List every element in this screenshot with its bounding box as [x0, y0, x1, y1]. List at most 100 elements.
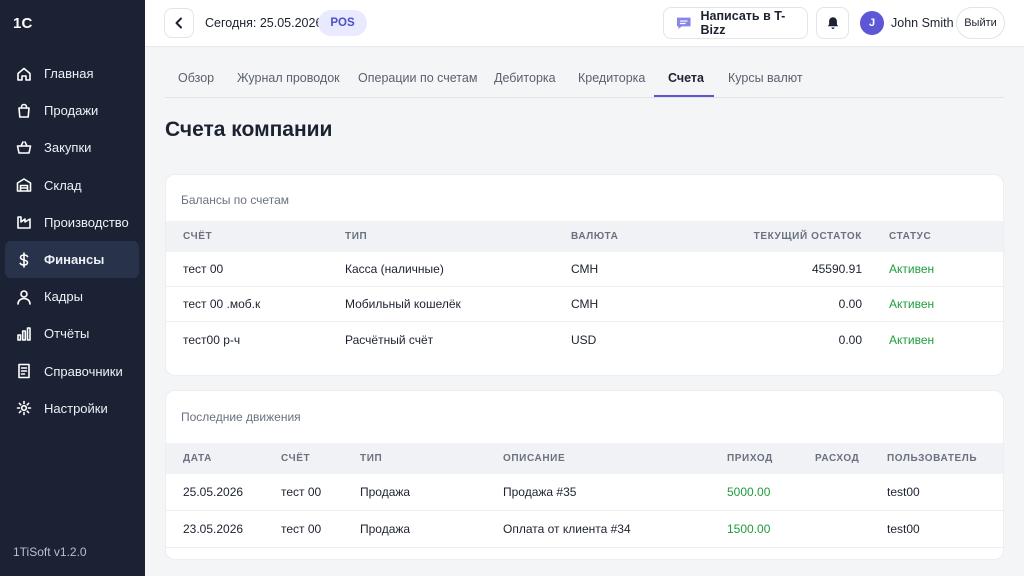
- dollar-icon: [16, 251, 32, 268]
- finance-tabs: Обзор Журнал проводок Операции по счетам…: [165, 58, 1004, 98]
- table-row[interactable]: тест00 р-ч Расчётный счёт USD 0.00 Актив…: [166, 322, 1003, 357]
- sidebar-item-label: Справочники: [44, 363, 123, 379]
- factory-icon: [16, 214, 32, 230]
- income-cell: 1500.00: [727, 522, 771, 536]
- status-badge: Активен: [889, 297, 935, 311]
- currency-cell: СМН: [571, 262, 599, 276]
- gear-icon: [16, 400, 32, 416]
- balances-table-header: СЧЁТ ТИП ВАЛЮТА ТЕКУЩИЙ ОСТАТОК СТАТУС: [166, 221, 1003, 252]
- sidebar-item-reports[interactable]: Отчёты: [5, 315, 139, 352]
- type-cell: Расчётный счёт: [345, 332, 434, 347]
- sidebar: 1C Главная Продажи Закупки Склад Произво…: [0, 0, 145, 576]
- warehouse-icon: [16, 177, 32, 193]
- shopping-bag-icon: [16, 103, 32, 119]
- currency-cell: СМН: [571, 297, 599, 311]
- status-badge: Активен: [889, 262, 935, 276]
- tab-accounts[interactable]: Счета: [668, 58, 704, 97]
- type-cell: Продажа: [360, 522, 411, 536]
- sidebar-item-label: Финансы: [44, 252, 105, 268]
- column-header[interactable]: РАСХОД: [815, 443, 859, 474]
- status-badge: Активен: [889, 332, 935, 347]
- tab-journal[interactable]: Журнал проводок: [237, 58, 340, 97]
- chat-icon: [676, 17, 691, 29]
- logout-button[interactable]: Выйти: [956, 7, 1005, 39]
- tab-receivables[interactable]: Дебиторка: [494, 58, 556, 97]
- movements-card: Последние движения ДАТА СЧЁТ ТИП ОПИСАНИ…: [165, 390, 1004, 560]
- user-name[interactable]: John Smith: [891, 16, 954, 30]
- sidebar-item-label: Кадры: [44, 289, 83, 305]
- column-header[interactable]: ТЕКУЩИЙ ОСТАТОК: [726, 221, 862, 252]
- sidebar-item-warehouse[interactable]: Склад: [5, 167, 139, 204]
- column-header[interactable]: ОПИСАНИЕ: [503, 443, 565, 474]
- pos-badge[interactable]: POS: [318, 10, 367, 36]
- user-icon: [16, 289, 32, 305]
- column-header[interactable]: ПОЛЬЗОВАТЕЛЬ: [887, 443, 977, 474]
- account-cell: тест00 р-ч: [183, 332, 241, 347]
- sidebar-item-directories[interactable]: Справочники: [5, 353, 139, 390]
- balance-cell: 0.00: [838, 332, 862, 347]
- tab-exchange-rates[interactable]: Курсы валют: [728, 58, 803, 97]
- active-tab-indicator: [654, 95, 714, 97]
- movements-title: Последние движения: [181, 410, 301, 424]
- column-header[interactable]: СТАТУС: [889, 221, 931, 252]
- sidebar-item-settings[interactable]: Настройки: [5, 390, 139, 427]
- chevron-left-icon: [175, 17, 182, 29]
- description-cell: Оплата от клиента #34: [503, 522, 631, 536]
- back-button[interactable]: [164, 8, 194, 38]
- user-cell: test00: [887, 522, 920, 536]
- table-row[interactable]: 25.05.2026 тест 00 Продажа Продажа #35 5…: [166, 474, 1003, 511]
- sidebar-item-sales[interactable]: Продажи: [5, 92, 139, 129]
- avatar[interactable]: J: [860, 11, 884, 35]
- book-icon: [16, 363, 32, 379]
- sidebar-nav: Главная Продажи Закупки Склад Производст…: [5, 55, 139, 427]
- column-header[interactable]: ВАЛЮТА: [571, 221, 618, 252]
- column-header[interactable]: СЧЁТ: [281, 443, 310, 474]
- sidebar-item-purchases[interactable]: Закупки: [5, 129, 139, 166]
- app-version: 1TiSoft v1.2.0: [13, 545, 87, 559]
- sidebar-item-production[interactable]: Производство: [5, 204, 139, 241]
- column-header[interactable]: СЧЁТ: [183, 221, 212, 252]
- currency-cell: USD: [571, 332, 597, 347]
- sidebar-item-label: Отчёты: [44, 326, 90, 342]
- sidebar-item-label: Склад: [44, 177, 82, 193]
- sidebar-item-staff[interactable]: Кадры: [5, 278, 139, 315]
- type-cell: Мобильный кошелёк: [345, 297, 461, 311]
- sidebar-item-label: Главная: [44, 66, 94, 82]
- table-row[interactable]: 23.05.2026 тест 00 Продажа Оплата от кли…: [166, 511, 1003, 548]
- page-title: Счета компании: [165, 118, 333, 141]
- sidebar-item-label: Производство: [44, 214, 129, 230]
- table-row[interactable]: тест 00 Касса (наличные) СМН 45590.91 Ак…: [166, 252, 1003, 287]
- table-row[interactable]: тест 00 .моб.к Мобильный кошелёк СМН 0.0…: [166, 287, 1003, 322]
- home-icon: [16, 66, 32, 82]
- type-cell: Продажа: [360, 485, 411, 499]
- bell-icon: [827, 17, 838, 29]
- account-cell: тест 00: [281, 522, 322, 536]
- app-logo[interactable]: 1C: [13, 15, 33, 32]
- sidebar-item-home[interactable]: Главная: [5, 55, 139, 92]
- balance-cell: 0.00: [838, 297, 862, 311]
- column-header[interactable]: ТИП: [360, 443, 382, 474]
- tab-payables[interactable]: Кредиторка: [578, 58, 645, 97]
- sidebar-item-label: Закупки: [44, 140, 92, 156]
- column-header[interactable]: ТИП: [345, 221, 367, 252]
- date-cell: 25.05.2026: [183, 485, 244, 499]
- top-header: Сегодня: 25.05.2026 POS Написать в T-Biz…: [145, 0, 1024, 47]
- account-cell: тест 00: [281, 485, 322, 499]
- income-cell: 5000.00: [727, 485, 771, 499]
- description-cell: Продажа #35: [503, 485, 577, 499]
- account-cell: тест 00 .моб.к: [183, 297, 261, 311]
- balances-card: Балансы по счетам СЧЁТ ТИП ВАЛЮТА ТЕКУЩИ…: [165, 174, 1004, 376]
- bar-chart-icon: [16, 326, 32, 342]
- movements-table-header: ДАТА СЧЁТ ТИП ОПИСАНИЕ ПРИХОД РАСХОД ПОЛ…: [166, 443, 1003, 474]
- basket-icon: [16, 140, 32, 156]
- notifications-button[interactable]: [816, 7, 849, 39]
- column-header[interactable]: ПРИХОД: [727, 443, 773, 474]
- tab-overview[interactable]: Обзор: [178, 58, 214, 97]
- tab-account-operations[interactable]: Операции по счетам: [358, 58, 477, 97]
- type-cell: Касса (наличные): [345, 262, 444, 276]
- sidebar-item-finance[interactable]: Финансы: [5, 240, 139, 279]
- column-header[interactable]: ДАТА: [183, 443, 212, 474]
- account-cell: тест 00: [183, 262, 224, 276]
- write-to-tbizz-button[interactable]: Написать в T-Bizz: [663, 7, 808, 39]
- balance-cell: 45590.91: [811, 262, 862, 276]
